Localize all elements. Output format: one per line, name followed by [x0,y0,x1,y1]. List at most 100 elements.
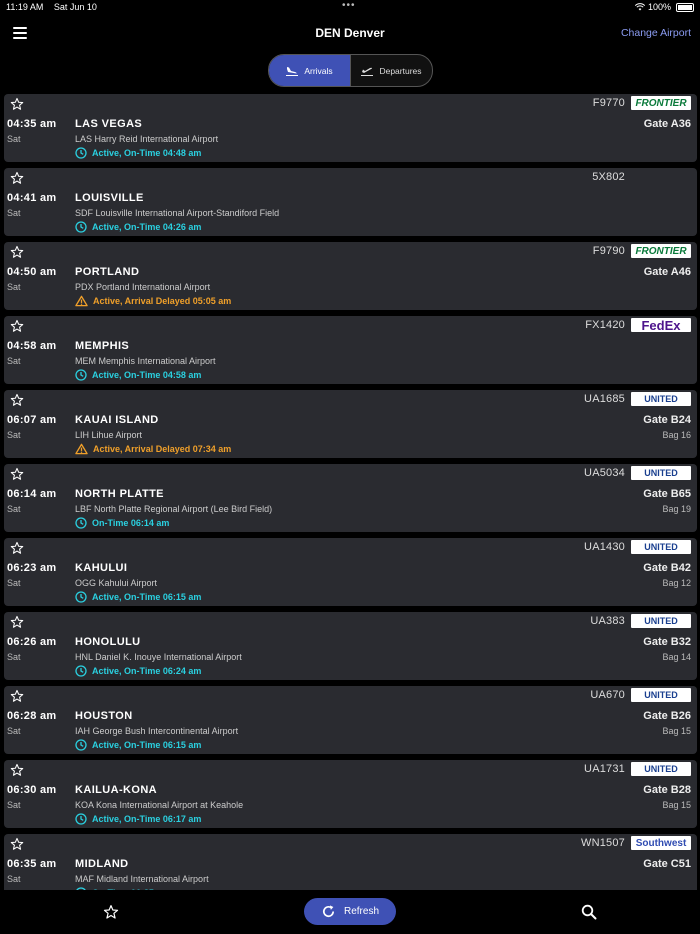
arrival-day: Sat [7,578,21,588]
baggage-claim-label: Bag 15 [662,800,691,810]
origin-city: KAILUA-KONA [75,784,158,796]
clock-icon [75,813,87,825]
flight-number: F9770 [592,97,625,109]
airline-logo: UNITED [631,614,691,628]
flight-card-ua670[interactable]: UA670 UNITED 06:28 am HOUSTON Sat IAH Ge… [4,686,697,754]
favorite-star-icon[interactable] [10,541,24,555]
favorite-star-icon[interactable] [10,319,24,333]
flight-number: WN1507 [581,837,625,849]
arrival-time: 04:35 am [7,118,57,130]
flight-card-ua1731[interactable]: UA1731 UNITED 06:30 am KAILUA-KONA Sat K… [4,760,697,828]
arrival-time: 06:28 am [7,710,57,722]
flight-status: Active, On-Time 04:48 am [75,147,201,159]
tab-departures[interactable]: Departures [350,55,432,86]
arrival-day: Sat [7,134,21,144]
flight-card-ua1430[interactable]: UA1430 UNITED 06:23 am KAHULUI Sat OGG K… [4,538,697,606]
flight-status: Active, On-Time 06:15 am [75,591,201,603]
origin-airport: SDF Louisville International Airport-Sta… [75,208,280,218]
origin-airport: IAH George Bush Intercontinental Airport [75,726,239,736]
flight-number: UA5034 [584,467,625,479]
flight-number: UA383 [590,615,625,627]
arrival-time: 04:41 am [7,192,57,204]
flight-status-text: Active, On-Time 06:15 am [92,592,202,602]
flight-status: On-Time 06:14 am [75,517,169,529]
gate-label: Gate B26 [643,710,691,722]
clock-icon [75,517,87,529]
origin-airport: PDX Portland International Airport [75,282,211,292]
baggage-claim-label: Bag 12 [662,578,691,588]
airline-logo: UNITED [631,688,691,702]
arrival-day: Sat [7,652,21,662]
arrival-day: Sat [7,874,21,884]
multitasking-dots-icon[interactable]: ••• [342,0,356,11]
gate-label: Gate A46 [643,266,691,278]
airline-logo: FRONTIER [631,96,691,110]
arrival-time: 04:50 am [7,266,57,278]
flight-card-fx1420[interactable]: FX1420 FedEx 04:58 am MEMPHIS Sat MEM Me… [4,316,697,384]
origin-airport: LBF North Platte Regional Airport (Lee B… [75,504,273,514]
clock-icon [75,591,87,603]
tab-arrivals[interactable]: Arrivals [269,55,350,86]
arrival-time: 06:26 am [7,636,57,648]
flight-card-ua383[interactable]: UA383 UNITED 06:26 am HONOLULU Sat HNL D… [4,612,697,680]
favorite-star-icon[interactable] [10,97,24,111]
flight-list: F9770 FRONTIER 04:35 am LAS VEGAS Sat LA… [4,94,697,890]
origin-city: LOUISVILLE [75,192,144,204]
origin-city: PORTLAND [75,266,140,278]
origin-airport: LAS Harry Reid International Airport [75,134,219,144]
flight-status-text: Active, Arrival Delayed 07:34 am [93,444,232,454]
flight-card-f9770[interactable]: F9770 FRONTIER 04:35 am LAS VEGAS Sat LA… [4,94,697,162]
arrival-day: Sat [7,430,21,440]
arrival-time: 06:30 am [7,784,57,796]
origin-airport: MEM Memphis International Airport [75,356,216,366]
clock-icon [75,739,87,751]
flight-card-wn1507[interactable]: WN1507 Southwest 06:35 am MIDLAND Sat MA… [4,834,697,890]
favorite-star-icon[interactable] [10,689,24,703]
origin-city: KAHULUI [75,562,128,574]
flight-status-text: Active, On-Time 04:26 am [92,222,202,232]
origin-city: LAS VEGAS [75,118,143,130]
baggage-claim-label: Bag 14 [662,652,691,662]
flight-card-ua1685[interactable]: UA1685 UNITED 06:07 am KAUAI ISLAND Sat … [4,390,697,458]
arrivals-departures-toggle: Arrivals Departures [268,54,433,87]
favorite-star-icon[interactable] [10,615,24,629]
arrival-time: 06:14 am [7,488,57,500]
arrival-day: Sat [7,208,21,218]
favorite-star-icon[interactable] [10,393,24,407]
favorite-star-icon[interactable] [10,171,24,185]
page-title: DEN Denver [315,26,385,40]
airline-logo: Southwest [631,836,691,850]
origin-city: HOUSTON [75,710,133,722]
flight-number: UA670 [590,689,625,701]
favorites-star-icon[interactable] [103,904,119,920]
status-left: 11:19 AM Sat Jun 10 [6,2,105,12]
gate-label: Gate B42 [643,562,691,574]
flight-status: Active, On-Time 04:26 am [75,221,201,233]
favorite-star-icon[interactable] [10,763,24,777]
refresh-button[interactable]: Refresh [304,898,396,925]
origin-airport: KOA Kona International Airport at Keahol… [75,800,244,810]
clock-icon [75,665,87,677]
airline-logo: UNITED [631,540,691,554]
arrival-time: 06:23 am [7,562,57,574]
change-airport-button[interactable]: Change Airport [621,27,691,39]
nav-bar: DEN Denver Change Airport [0,16,700,52]
flight-status: Active, On-Time 06:24 am [75,665,201,677]
origin-city: HONOLULU [75,636,141,648]
baggage-claim-label: Bag 15 [662,726,691,736]
flight-card-ua5034[interactable]: UA5034 UNITED 06:14 am NORTH PLATTE Sat … [4,464,697,532]
search-icon[interactable] [581,904,597,920]
flight-status: Active, Arrival Delayed 05:05 am [75,295,231,307]
favorite-star-icon[interactable] [10,245,24,259]
flight-card-5x802[interactable]: 5X802 04:41 am LOUISVILLE Sat SDF Louisv… [4,168,697,236]
arrival-time: 06:35 am [7,858,57,870]
origin-city: MEMPHIS [75,340,130,352]
flight-status-text: Active, On-Time 04:58 am [92,370,202,380]
favorite-star-icon[interactable] [10,467,24,481]
baggage-claim-label: Bag 16 [662,430,691,440]
flight-card-f9790[interactable]: F9790 FRONTIER 04:50 am PORTLAND Sat PDX… [4,242,697,310]
favorite-star-icon[interactable] [10,837,24,851]
flight-number: 5X802 [592,171,625,183]
status-date: Sat Jun 10 [53,2,97,12]
arrival-day: Sat [7,356,21,366]
